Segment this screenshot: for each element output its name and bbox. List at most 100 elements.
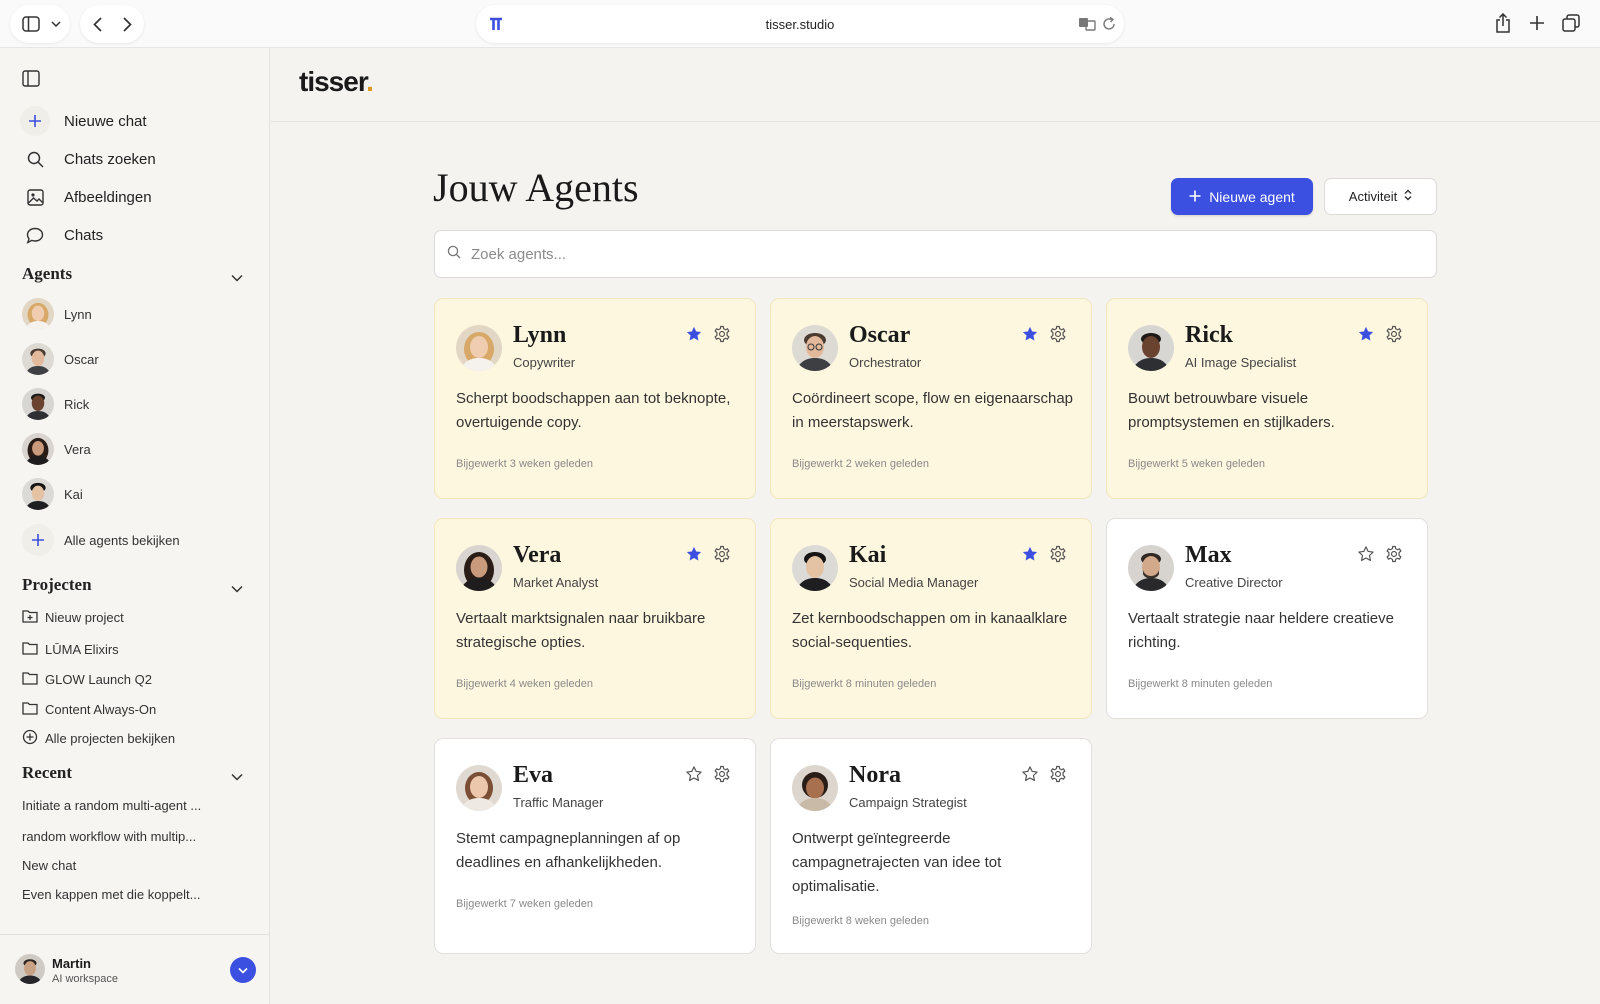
recent-heading: Recent [22, 763, 73, 782]
tab-overview-icon[interactable] [1562, 14, 1580, 37]
gear-icon[interactable] [1049, 325, 1067, 343]
agent-description: Coördineert scope, flow en eigenaarschap… [792, 390, 1074, 431]
chevron-down-icon[interactable] [46, 9, 66, 39]
gear-icon[interactable] [713, 545, 731, 563]
agent-card-kai[interactable]: Kai Social Media Manager Zet kernboodsch… [770, 518, 1092, 719]
folder-plus-icon [22, 609, 38, 626]
star-filled-icon[interactable] [685, 545, 703, 563]
folder-icon [22, 701, 38, 718]
agent-role: Creative Director [1185, 575, 1283, 590]
star-filled-icon[interactable] [1357, 325, 1375, 343]
avatar [792, 765, 838, 811]
sidebar-agent-rick[interactable]: Rick [22, 388, 89, 420]
agent-card-eva[interactable]: Eva Traffic Manager Stemt campagneplanni… [434, 738, 756, 954]
avatar [22, 298, 54, 330]
gear-icon[interactable] [1049, 765, 1067, 783]
search-icon [447, 245, 461, 264]
star-outline-icon[interactable] [685, 765, 703, 783]
view-all-agents-link[interactable]: Alle agents bekijken [22, 524, 180, 556]
agent-card-vera[interactable]: Vera Market Analyst Vertaalt marktsignal… [434, 518, 756, 719]
recent-chat-item[interactable]: Initiate a random multi-agent ... [22, 798, 201, 813]
chevron-down-icon[interactable] [231, 269, 245, 283]
view-all-projects-link[interactable]: Alle projecten bekijken [22, 729, 175, 748]
recent-chat-item[interactable]: Even kappen met die koppelt... [22, 887, 201, 902]
chevron-down-icon[interactable] [231, 768, 245, 782]
star-outline-icon[interactable] [1021, 765, 1039, 783]
agent-card-rick[interactable]: Rick AI Image Specialist Bouwt betrouwba… [1106, 298, 1428, 499]
project-label: Content Always-On [45, 702, 157, 717]
plus-icon [20, 106, 50, 136]
brand-logo[interactable]: tisser. [299, 66, 374, 98]
sort-select[interactable]: Activiteit [1324, 178, 1437, 215]
star-outline-icon[interactable] [1357, 545, 1375, 563]
agent-name: Lynn [64, 306, 92, 322]
new-project-button[interactable]: Nieuw project [22, 609, 124, 626]
view-all-projects-label: Alle projecten bekijken [45, 731, 176, 746]
agent-card-oscar[interactable]: Oscar Orchestrator Coördineert scope, fl… [770, 298, 1092, 499]
agent-name: Vera [513, 542, 562, 568]
forward-icon[interactable] [112, 9, 142, 39]
user-panel[interactable]: Martin AI workspace [0, 934, 270, 1004]
project-content-always-on[interactable]: Content Always-On [22, 701, 156, 718]
agent-description: Bouwt betrouwbare visuele promptsystemen… [1128, 390, 1335, 431]
recent-chat-item[interactable]: New chat [22, 858, 76, 873]
new-chat-button[interactable]: Nieuwe chat [20, 106, 147, 136]
agent-role: Copywriter [513, 355, 576, 370]
account-menu-button[interactable] [230, 957, 256, 983]
agent-card-max[interactable]: Max Creative Director Vertaalt strategie… [1106, 518, 1428, 719]
star-filled-icon[interactable] [685, 325, 703, 343]
gear-icon[interactable] [713, 765, 731, 783]
agent-name: Lynn [513, 322, 567, 348]
search-chats-button[interactable]: Chats zoeken [20, 144, 156, 174]
images-button[interactable]: Afbeeldingen [20, 182, 152, 212]
avatar [456, 325, 502, 371]
gear-icon[interactable] [1049, 545, 1067, 563]
translate-icon[interactable] [1078, 16, 1096, 37]
avatar [22, 388, 54, 420]
gear-icon[interactable] [713, 325, 731, 343]
recent-chat-item[interactable]: random workflow with multip... [22, 829, 196, 844]
new-agent-label: Nieuwe agent [1209, 188, 1295, 205]
avatar [1128, 325, 1174, 371]
agent-name: Kai [64, 486, 83, 502]
agent-search[interactable] [434, 230, 1437, 278]
chats-label: Chats [64, 226, 104, 244]
gear-icon[interactable] [1385, 325, 1403, 343]
sidebar-agent-kai[interactable]: Kai [22, 478, 83, 510]
view-all-agents-label: Alle agents bekijken [64, 532, 180, 548]
chats-button[interactable]: Chats [20, 220, 103, 250]
star-filled-icon[interactable] [1021, 325, 1039, 343]
agent-card-nora[interactable]: Nora Campaign Strategist Ontwerpt geïnte… [770, 738, 1092, 954]
share-icon[interactable] [1494, 12, 1512, 39]
agents-heading: Agents [22, 264, 73, 283]
agent-role: AI Image Specialist [1185, 355, 1297, 370]
agent-card-lynn[interactable]: Lynn Copywriter Scherpt boodschappen aan… [434, 298, 756, 499]
collapse-sidebar-icon[interactable] [22, 70, 40, 92]
reload-icon[interactable] [1102, 16, 1116, 36]
agent-role: Traffic Manager [513, 795, 604, 810]
agent-name: Oscar [849, 322, 911, 348]
sidebar-agent-lynn[interactable]: Lynn [22, 298, 92, 330]
folder-icon [22, 641, 38, 658]
gear-icon[interactable] [1385, 545, 1403, 563]
avatar [15, 954, 45, 984]
new-agent-button[interactable]: Nieuwe agent [1171, 178, 1313, 215]
agent-name: Kai [849, 542, 887, 568]
images-label: Afbeeldingen [64, 188, 152, 206]
back-icon[interactable] [82, 9, 112, 39]
sidebar-agent-vera[interactable]: Vera [22, 433, 91, 465]
agent-updated: Bijgewerkt 5 weken geleden [1128, 458, 1265, 470]
address-bar[interactable]: tisser.studio [476, 5, 1124, 43]
agent-description: Ontwerpt geïntegreerde campagnetrajecten… [792, 830, 1002, 895]
agent-name: Eva [513, 762, 554, 788]
project-luma-elixirs[interactable]: LŪMA Elixirs [22, 641, 119, 658]
logo-text: tisser [299, 66, 367, 97]
agent-updated: Bijgewerkt 8 minuten geleden [1128, 678, 1273, 690]
sidebar-toggle-icon[interactable] [16, 9, 46, 39]
search-input[interactable] [471, 245, 1371, 263]
new-tab-icon[interactable] [1529, 15, 1545, 36]
chevron-down-icon[interactable] [231, 580, 245, 594]
project-glow-launch[interactable]: GLOW Launch Q2 [22, 671, 152, 688]
star-filled-icon[interactable] [1021, 545, 1039, 563]
sidebar-agent-oscar[interactable]: Oscar [22, 343, 99, 375]
